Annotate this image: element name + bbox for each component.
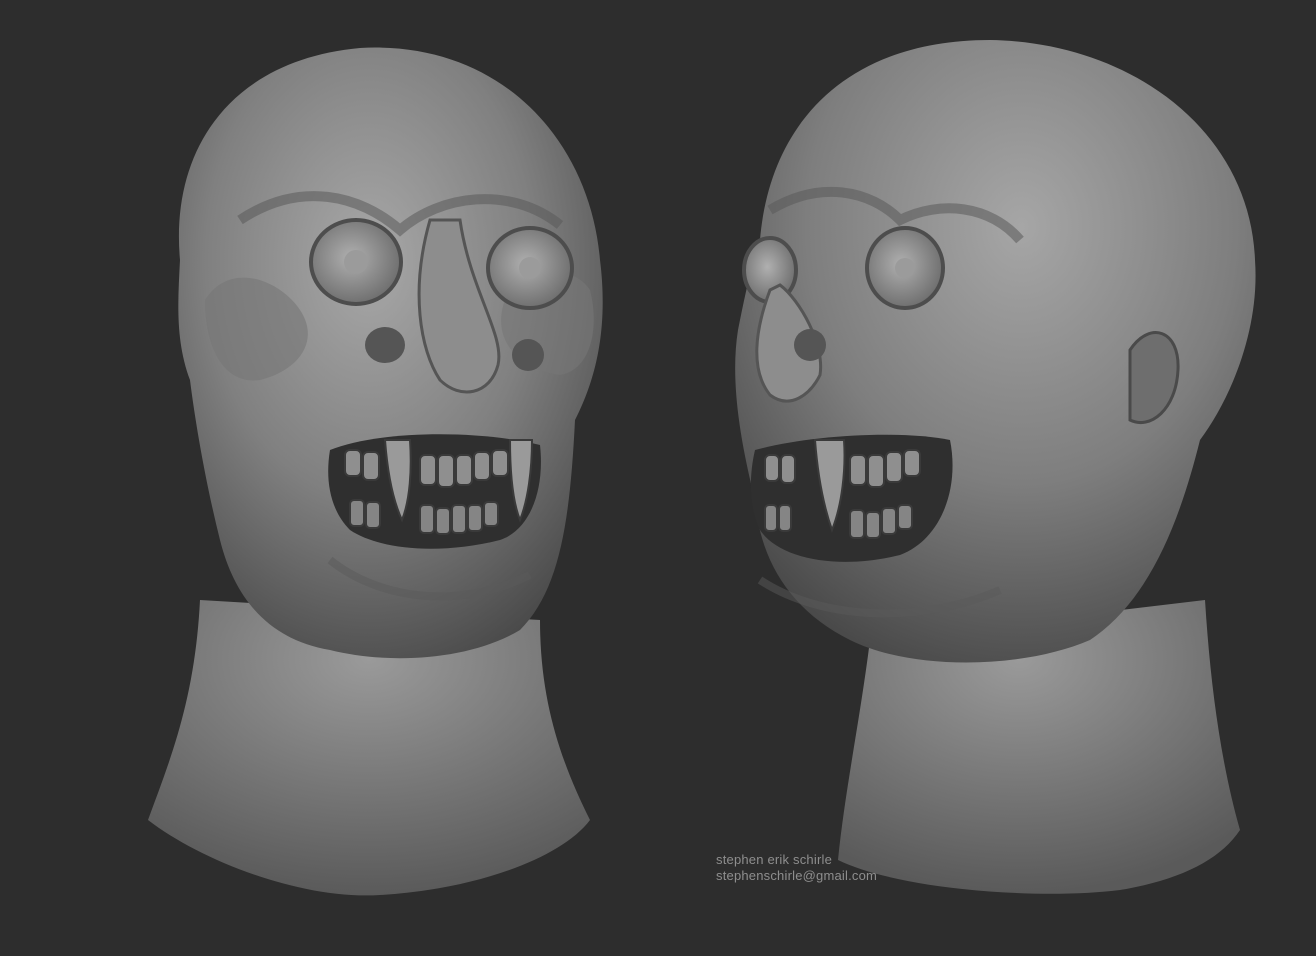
three-quarter-view-head-render [735,40,1256,894]
front-lower-teeth [349,499,499,535]
render-canvas: stephen erik schirle stephenschirle@gmai… [0,0,1316,956]
artist-email: stephenschirle@gmail.com [716,868,878,883]
front-view-head-render [148,47,603,896]
artist-credits: stephen erik schirle stephenschirle@gmai… [716,852,877,884]
artist-name: stephen erik schirle [716,852,832,867]
